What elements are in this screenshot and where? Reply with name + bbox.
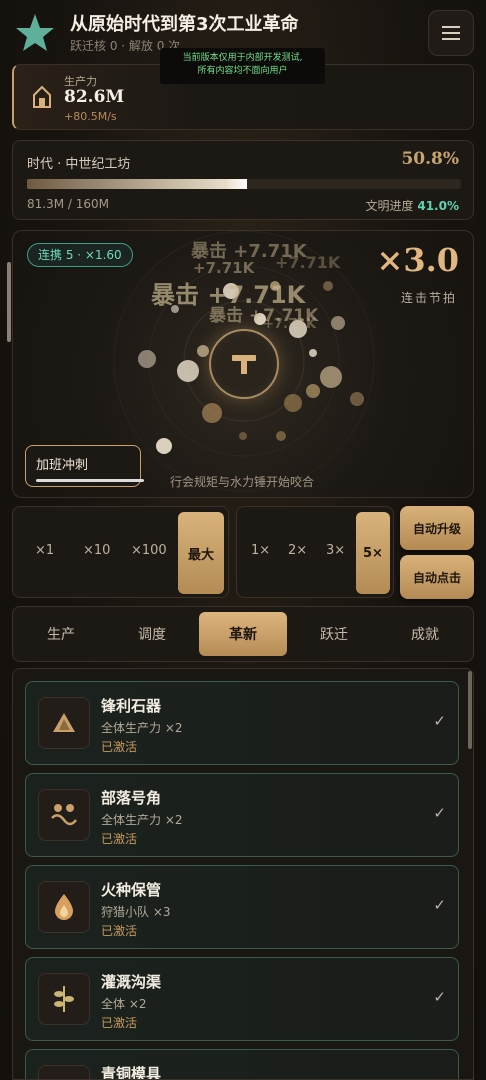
era-amount: 81.3M / 160M	[27, 197, 110, 211]
civ-label: 文明进度	[365, 199, 414, 213]
auto-click-button[interactable]: 自动点击	[400, 555, 474, 599]
upgrade-desc: 全体 ×2	[101, 997, 147, 1011]
upgrade-name: 灌溉沟渠	[101, 973, 162, 991]
upgrade-name: 火种保管	[101, 881, 162, 899]
tab-dispatch[interactable]: 调度	[108, 607, 196, 661]
click-stage[interactable]: 暴击 +7.71K +7.71K 暴击 +7.71K +7.71K 暴击 +7.…	[12, 230, 474, 498]
era-label: 时代 · 中世纪工坊	[27, 157, 131, 172]
buy-x10-option[interactable]: ×10	[83, 543, 110, 558]
hamburger-icon	[442, 26, 460, 40]
upgrade-name: 部落号角	[101, 789, 162, 807]
speed-5x-option[interactable]: 5×	[356, 512, 390, 594]
tab-production[interactable]: 生产	[17, 607, 105, 661]
upgrade-item[interactable]: 锋利石器 全体生产力 ×2 已激活 ✓	[25, 681, 459, 765]
flame-icon	[38, 881, 90, 933]
tab-achievements[interactable]: 成就	[381, 607, 469, 661]
main-tabs: 生产 调度 革新 跃迁 成就	[12, 606, 474, 662]
page-scrollbar[interactable]	[7, 262, 11, 342]
dev-notice: 当前版本仅用于内部开发测试, 所有内容均不面向用户	[160, 48, 325, 84]
floating-gain-4: +7.71K	[275, 253, 341, 272]
tap-button[interactable]	[209, 329, 279, 399]
era-progress-fill	[27, 179, 248, 189]
upgrade-status: 已激活	[101, 740, 138, 754]
tribe-horn-icon	[38, 789, 90, 841]
era-progress-bar	[27, 179, 461, 189]
buy-max-option[interactable]: 最大	[178, 512, 224, 594]
upgrade-list: 锋利石器 全体生产力 ×2 已激活 ✓ 部落号角 全体生产力 ×2 已激活 ✓ …	[12, 668, 474, 1080]
stage-caption: 行会规矩与水力锤开始咬合	[170, 475, 315, 489]
era-percent: 50.8%	[401, 149, 459, 169]
check-icon: ✓	[433, 988, 446, 1006]
civ-value: 41.0%	[417, 199, 459, 213]
upgrade-item[interactable]: 灌溉沟渠 全体 ×2 已激活 ✓	[25, 957, 459, 1041]
upgrade-desc: 狩猎小队 ×3	[101, 905, 171, 919]
mold-icon	[38, 1065, 90, 1079]
star-logo-icon	[16, 14, 54, 51]
app-title: 从原始时代到第3次工业革命	[70, 14, 299, 35]
upgrade-item[interactable]: 部落号角 全体生产力 ×2 已激活 ✓	[25, 773, 459, 857]
upgrade-name: 锋利石器	[101, 697, 162, 715]
upgrade-status: 已激活	[101, 924, 138, 938]
check-icon: ✓	[433, 896, 446, 914]
era-card: 时代 · 中世纪工坊 50.8% 81.3M / 160M 文明进度 41.0%	[12, 140, 474, 220]
overtime-boost-button[interactable]: 加班冲刺	[25, 445, 145, 487]
notice-line-2: 所有内容均不面向用户	[197, 66, 288, 76]
stone-tool-icon	[38, 697, 90, 749]
combo-multiplier: ×3.0	[376, 241, 459, 279]
upgrade-item[interactable]: 火种保管 狩猎小队 ×3 已激活 ✓	[25, 865, 459, 949]
tab-leap[interactable]: 跃迁	[290, 607, 378, 661]
buy-x1-option[interactable]: ×1	[35, 543, 54, 558]
tab-innovation[interactable]: 革新	[199, 612, 287, 656]
upgrade-item[interactable]: 青铜模具	[25, 1049, 459, 1080]
auto-upgrade-button[interactable]: 自动升级	[400, 506, 474, 550]
combo-chip: 连携 5 · ×1.60	[27, 243, 133, 267]
production-value: 82.6M	[64, 87, 125, 107]
upgrade-status: 已激活	[101, 832, 138, 846]
notice-line-1: 当前版本仅用于内部开发测试,	[182, 53, 303, 63]
floating-gain-6: +7.71K	[263, 317, 317, 332]
buy-x100-option[interactable]: ×100	[131, 543, 167, 558]
speed-1x-option[interactable]: 1×	[251, 543, 270, 558]
workshop-icon	[33, 85, 51, 108]
production-rate: +80.5M/s	[64, 110, 117, 123]
speed-3x-option[interactable]: 3×	[326, 543, 345, 558]
combo-beat-label: 连击节拍	[400, 291, 457, 305]
sprout-icon	[38, 973, 90, 1025]
menu-button[interactable]	[428, 10, 474, 56]
list-scrollbar[interactable]	[468, 671, 472, 749]
check-icon: ✓	[433, 712, 446, 730]
upgrade-name: 青铜模具	[101, 1065, 162, 1080]
boost-progress-bar	[36, 479, 145, 482]
hammer-icon	[232, 355, 256, 374]
speed-panel: 1× 2× 3× 5×	[236, 506, 394, 598]
speed-2x-option[interactable]: 2×	[288, 543, 307, 558]
buy-amount-panel: ×1 ×10 ×100 最大	[12, 506, 229, 598]
boost-label: 加班冲刺	[36, 458, 89, 473]
upgrade-status: 已激活	[101, 1016, 138, 1030]
upgrade-desc: 全体生产力 ×2	[101, 813, 183, 827]
civilization-progress: 文明进度 41.0%	[366, 197, 459, 214]
check-icon: ✓	[433, 804, 446, 822]
upgrade-desc: 全体生产力 ×2	[101, 721, 183, 735]
